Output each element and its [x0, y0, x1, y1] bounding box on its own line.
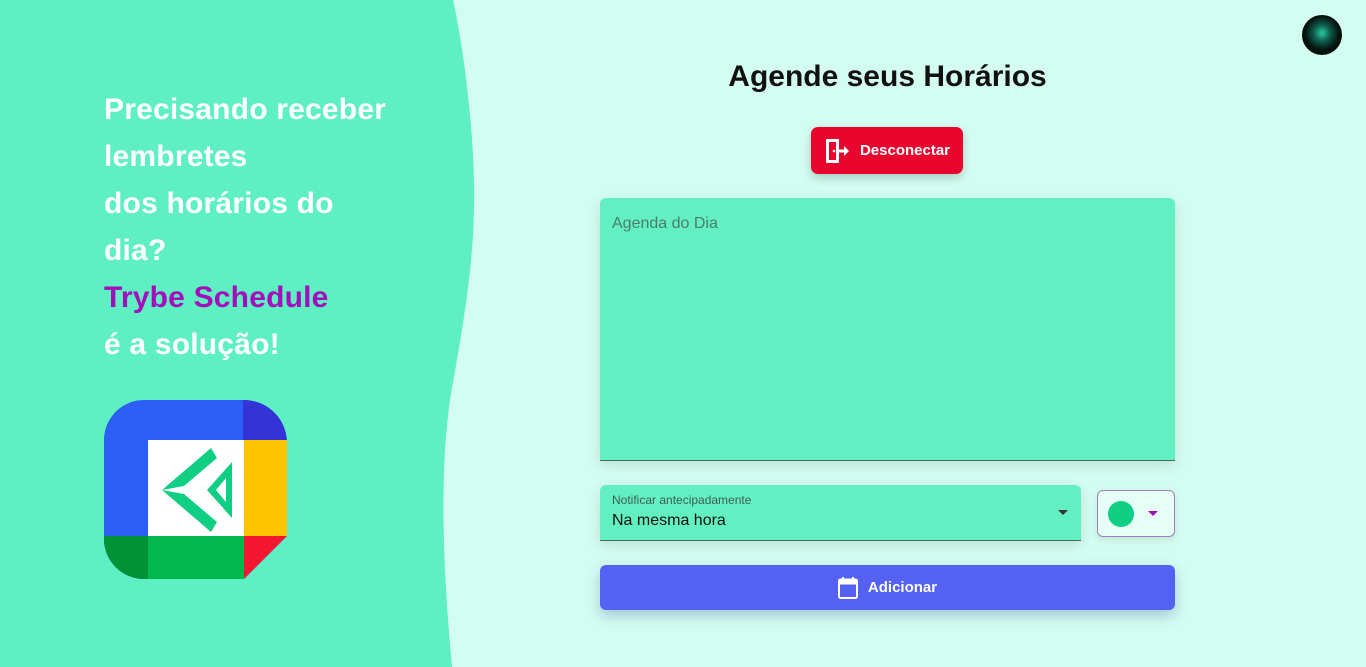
chevron-down-icon [1148, 511, 1158, 516]
app-logo [104, 400, 287, 579]
color-swatch [1108, 501, 1134, 527]
hero-line-3: dos horários do [104, 187, 334, 220]
notify-select[interactable]: Notificar antecipadamente Na mesma hora [600, 485, 1081, 541]
exit-door-icon [824, 138, 850, 164]
add-button[interactable]: Adicionar [600, 565, 1175, 610]
hero-line-2: lembretes [104, 140, 248, 173]
add-label: Adicionar [867, 579, 938, 596]
hero-headline: Precisando receber lembretes dos horário… [104, 86, 404, 368]
hero-line-6: é a solução! [104, 328, 280, 361]
hero-line-4: dia? [104, 234, 167, 267]
agenda-textarea[interactable]: Agenda do Dia [600, 198, 1175, 461]
notify-select-label: Notificar antecipadamente [612, 493, 752, 507]
color-picker[interactable] [1097, 490, 1175, 537]
logout-label: Desconectar [859, 142, 951, 159]
trybe-schedule-logo-icon [104, 400, 287, 579]
notify-select-value: Na mesma hora [612, 512, 726, 529]
hero-line-1: Precisando receber [104, 93, 387, 126]
user-avatar[interactable] [1302, 15, 1342, 55]
chevron-down-icon [1058, 510, 1068, 515]
hero-brand-name: Trybe Schedule [104, 281, 329, 314]
calendar-icon [837, 576, 858, 599]
agenda-placeholder: Agenda do Dia [612, 215, 718, 232]
logout-button[interactable]: Desconectar [811, 127, 963, 174]
page-title: Agende seus Horários [728, 60, 1047, 93]
